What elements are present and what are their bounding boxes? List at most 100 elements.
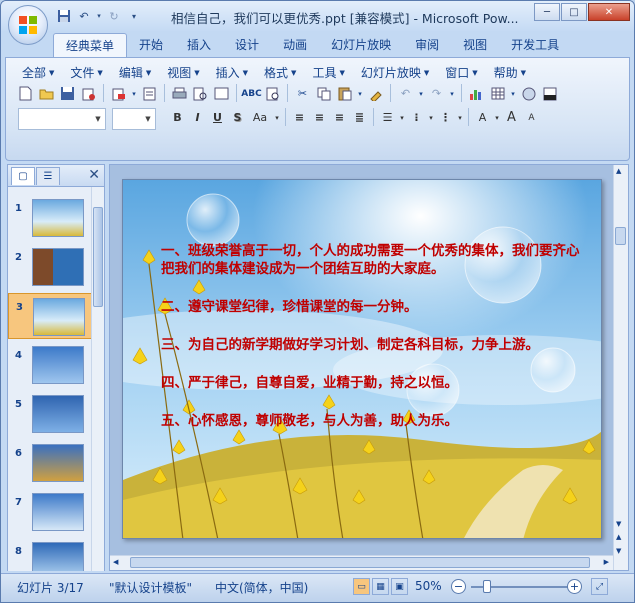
redo-dropdown-icon[interactable]: ▾: [448, 84, 456, 103]
tab-animation[interactable]: 动画: [271, 33, 319, 57]
undo-icon[interactable]: ↶: [75, 7, 93, 25]
align-left-icon[interactable]: ≡: [290, 108, 309, 127]
undo-icon[interactable]: ↶: [396, 84, 415, 103]
zoom-level[interactable]: 50%: [415, 579, 442, 593]
slide-thumbnail[interactable]: 8: [8, 538, 92, 571]
tab-classic-menu[interactable]: 经典菜单: [53, 33, 128, 57]
justify-icon[interactable]: ≣: [350, 108, 369, 127]
scroll-thumb[interactable]: [615, 227, 626, 245]
slide-thumbnail[interactable]: 2: [8, 244, 92, 290]
slide-thumbnail[interactable]: 6: [8, 440, 92, 486]
menu-window[interactable]: 窗口 ▼: [437, 64, 485, 81]
align-right-icon[interactable]: ≡: [330, 108, 349, 127]
close-button[interactable]: ✕: [588, 3, 630, 21]
numbering-icon[interactable]: ⁝: [407, 108, 426, 127]
case-dropdown-icon[interactable]: ▾: [273, 108, 281, 127]
minimize-button[interactable]: ─: [534, 3, 560, 21]
tab-insert[interactable]: 插入: [175, 33, 223, 57]
menu-format[interactable]: 格式 ▼: [256, 64, 304, 81]
tab-slideshow[interactable]: 幻灯片放映: [319, 33, 403, 57]
shadow-icon[interactable]: S: [228, 108, 247, 127]
menu-edit[interactable]: 编辑 ▼: [111, 64, 159, 81]
zoom-out-icon[interactable]: −: [451, 579, 466, 594]
current-slide[interactable]: 一、班级荣誉高于一切，个人的成功需要一个优秀的集体，我们要齐心把我们的集体建设成…: [122, 179, 602, 539]
scroll-right-icon[interactable]: ▶: [604, 558, 609, 566]
fit-to-window-icon[interactable]: ⤢: [591, 578, 608, 595]
save-icon[interactable]: [58, 84, 77, 103]
scroll-thumb[interactable]: [130, 557, 590, 568]
font-size-combobox[interactable]: ▼: [112, 108, 156, 130]
undo-dropdown-icon[interactable]: ▾: [95, 7, 103, 25]
copy-icon[interactable]: [314, 84, 333, 103]
font-name-combobox[interactable]: ▼: [18, 108, 106, 130]
tab-design[interactable]: 设计: [223, 33, 271, 57]
spelling-icon[interactable]: ABC: [241, 84, 261, 103]
vertical-scrollbar[interactable]: ▲ ▼ ▲ ▼: [613, 165, 628, 570]
open-icon[interactable]: [37, 84, 56, 103]
menu-slideshow[interactable]: 幻灯片放映 ▼: [353, 64, 437, 81]
undo-dropdown-icon[interactable]: ▾: [417, 84, 425, 103]
slide-thumbnail[interactable]: 4: [8, 342, 92, 388]
font-color-dropdown-icon[interactable]: ▾: [493, 108, 501, 127]
format-painter-icon[interactable]: [366, 84, 385, 103]
slideshow-view-icon[interactable]: ▣: [391, 578, 408, 595]
slide-thumbnail[interactable]: 3: [8, 293, 92, 339]
menu-all[interactable]: 全部 ▼: [14, 64, 62, 81]
new-icon[interactable]: [16, 84, 35, 103]
language-indicator[interactable]: 中文(简体，中国): [215, 579, 308, 596]
email-icon[interactable]: [109, 84, 128, 103]
slide-preview-icon[interactable]: [212, 84, 231, 103]
decrease-font-icon[interactable]: A: [522, 108, 541, 127]
zoom-in-icon[interactable]: +: [567, 579, 582, 594]
horizontal-scrollbar[interactable]: ◀ ▶: [110, 555, 613, 570]
research-icon[interactable]: [263, 84, 282, 103]
normal-view-icon[interactable]: ▭: [353, 578, 370, 595]
template-name[interactable]: "默认设计模板": [109, 579, 192, 596]
scroll-thumb[interactable]: [93, 207, 103, 307]
paste-dropdown-icon[interactable]: ▾: [356, 84, 364, 103]
tab-review[interactable]: 审阅: [403, 33, 451, 57]
menu-insert[interactable]: 插入 ▼: [208, 64, 256, 81]
close-icon[interactable]: ✕: [88, 167, 100, 183]
menu-help[interactable]: 帮助 ▼: [486, 64, 534, 81]
slide-sorter-icon[interactable]: ▦: [372, 578, 389, 595]
tab-view[interactable]: 视图: [451, 33, 499, 57]
menu-tools[interactable]: 工具 ▼: [304, 64, 352, 81]
slide-text-box[interactable]: 一、班级荣誉高于一切，个人的成功需要一个优秀的集体，我们要齐心把我们的集体建设成…: [161, 242, 581, 450]
bullets-icon[interactable]: ⋮: [436, 108, 455, 127]
scroll-up-icon[interactable]: ▲: [616, 167, 621, 175]
change-case-icon[interactable]: Aa: [248, 108, 272, 127]
slide-thumbnail[interactable]: 5: [8, 391, 92, 437]
previous-slide-icon[interactable]: ▲: [616, 533, 621, 541]
align-center-icon[interactable]: ≡: [310, 108, 329, 127]
redo-icon[interactable]: ↻: [105, 7, 123, 25]
office-button[interactable]: [8, 5, 48, 45]
dropdown-icon[interactable]: ▾: [130, 84, 138, 103]
outline-tab-icon[interactable]: ☰: [36, 167, 60, 185]
redo-icon[interactable]: ↷: [427, 84, 446, 103]
table-icon[interactable]: [488, 84, 507, 103]
permission-icon[interactable]: [79, 84, 98, 103]
menu-view[interactable]: 视图 ▼: [159, 64, 207, 81]
tab-developer[interactable]: 开发工具: [499, 33, 571, 57]
underline-icon[interactable]: U: [208, 108, 227, 127]
scroll-down-icon[interactable]: ▼: [616, 520, 621, 528]
table-dropdown-icon[interactable]: ▾: [509, 84, 517, 103]
cut-icon[interactable]: ✂: [293, 84, 312, 103]
line-spacing-dropdown-icon[interactable]: ▾: [398, 108, 406, 127]
line-spacing-icon[interactable]: ☰: [378, 108, 397, 127]
paste-icon[interactable]: [335, 84, 354, 103]
bullets-dropdown-icon[interactable]: ▾: [456, 108, 464, 127]
slide-thumbnail[interactable]: 1: [8, 195, 92, 241]
customize-qat-icon[interactable]: ▾: [125, 7, 143, 25]
zoom-slider-knob[interactable]: [483, 580, 491, 593]
publish-icon[interactable]: [140, 84, 159, 103]
font-color-icon[interactable]: A: [473, 108, 492, 127]
slides-tab-icon[interactable]: ▢: [11, 167, 35, 185]
bold-icon[interactable]: B: [168, 108, 187, 127]
color-grayscale-icon[interactable]: [540, 84, 559, 103]
slide-thumbnail[interactable]: 7: [8, 489, 92, 535]
chart-icon[interactable]: [467, 84, 486, 103]
italic-icon[interactable]: I: [188, 108, 207, 127]
numbering-dropdown-icon[interactable]: ▾: [427, 108, 435, 127]
